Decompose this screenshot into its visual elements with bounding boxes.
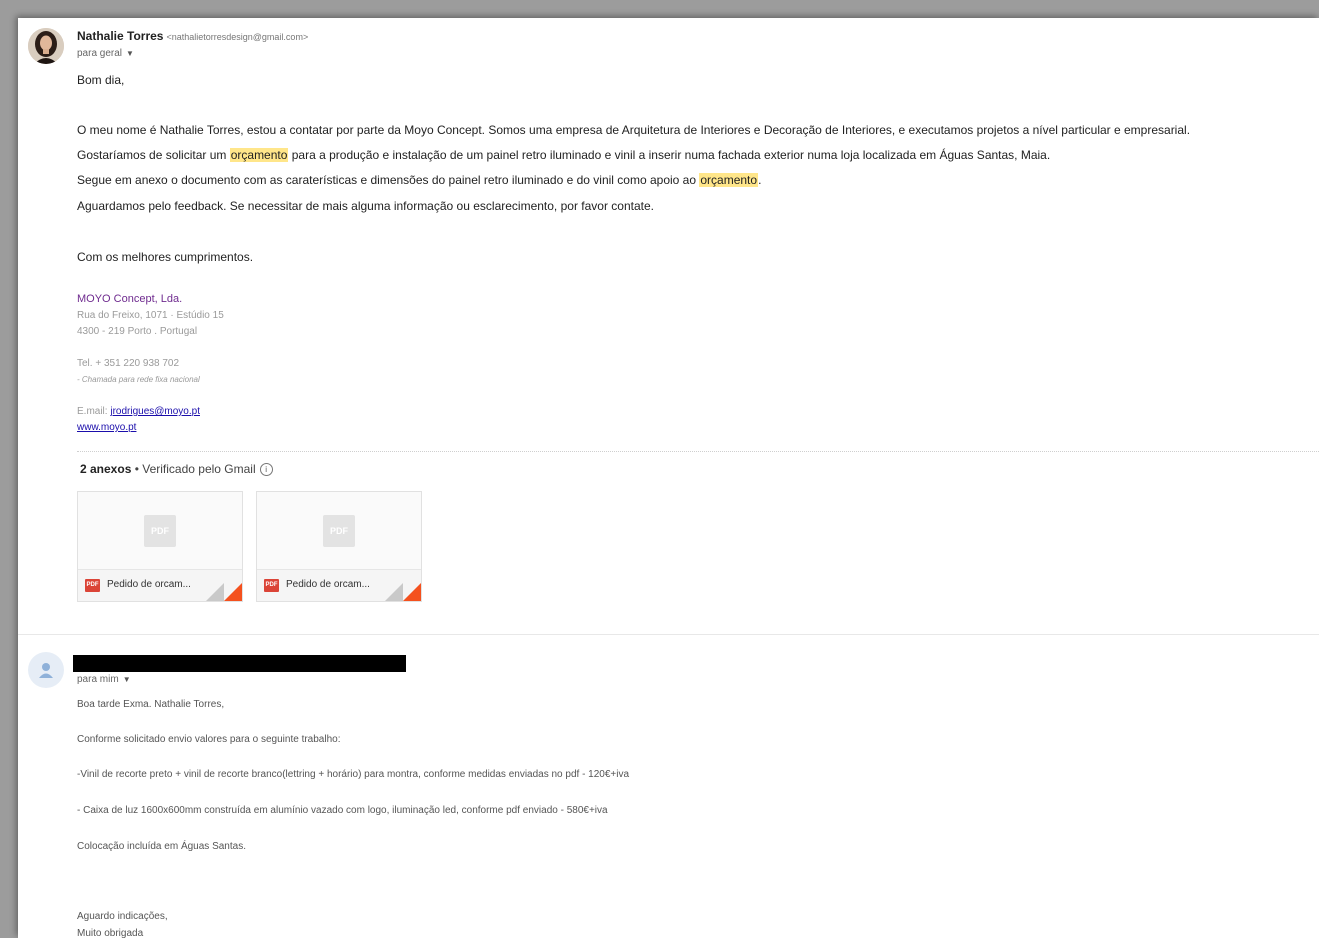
attachment-filename: Pedido de orcam...: [286, 579, 370, 590]
closing: Com os melhores cumprimentos.: [77, 250, 254, 264]
attachments-header: 2 anexos • Verificado pelo Gmail i: [80, 462, 273, 477]
paragraph-request-text-end: para a produção e instalação de um paine…: [288, 148, 1051, 162]
signature-email-row: E.mail: jrodrigues@moyo.pt: [77, 406, 200, 417]
reply-closing: Aguardo indicações,: [77, 911, 168, 922]
person-icon: [39, 663, 53, 678]
pdf-icon: PDF: [85, 579, 100, 592]
reply-line: Conforme solicitado envio valores para o…: [77, 734, 341, 745]
recipient-label: para mim: [77, 674, 119, 685]
signature-website-link[interactable]: www.moyo.pt: [77, 422, 136, 433]
reply-line: - Caixa de luz 1600x600mm construída em …: [77, 805, 608, 816]
attachment-footer: PDF Pedido de orcam...: [78, 569, 242, 601]
paragraph-feedback: Aguardamos pelo feedback. Se necessitar …: [77, 199, 654, 213]
signature-company: MOYO Concept, Lda.: [77, 293, 183, 305]
attachments-count: 2 anexos: [80, 462, 132, 476]
page-fold-shadow: [385, 583, 403, 601]
pdf-icon: PDF: [144, 515, 176, 547]
paragraph-request-text: Gostaríamos de solicitar um: [77, 148, 230, 162]
attachment-preview: PDF: [257, 492, 421, 570]
redacted-sender: [73, 655, 406, 672]
pdf-icon: PDF: [323, 515, 355, 547]
reply-line: Colocação incluída em Águas Santas.: [77, 841, 246, 852]
chevron-down-icon[interactable]: ▼: [126, 49, 134, 58]
recipient-label: para geral: [77, 48, 123, 59]
attachment-filename: Pedido de orcam...: [107, 579, 191, 590]
recipient-dropdown[interactable]: para mim ▼: [77, 674, 131, 685]
reply-greeting: Boa tarde Exma. Nathalie Torres,: [77, 699, 225, 710]
paragraph-attachment: Segue em anexo o documento com as carate…: [77, 173, 761, 187]
sender-avatar[interactable]: [28, 28, 64, 64]
attachment-preview: PDF: [78, 492, 242, 570]
profile-photo-icon: [28, 28, 64, 64]
page-fold-icon: [403, 583, 421, 601]
signature-email-link[interactable]: jrodrigues@moyo.pt: [110, 406, 200, 417]
reply-thanks: Muito obrigada: [77, 928, 144, 938]
signature-phone: Tel. + 351 220 938 702: [77, 358, 180, 369]
signature-website-row: www.moyo.pt: [77, 422, 136, 433]
paragraph-request: Gostaríamos de solicitar um orçamento pa…: [77, 148, 1050, 162]
paragraph-attachment-text: Segue em anexo o documento com as carate…: [77, 173, 700, 187]
email-thread: Nathalie Torres <nathalietorresdesign@gma…: [18, 18, 1319, 938]
message-divider: [18, 634, 1319, 635]
signature-address-line2: 4300 - 219 Porto . Portugal: [77, 326, 198, 337]
search-highlight: orçamento: [699, 173, 759, 187]
sender-avatar-default[interactable]: [28, 652, 64, 688]
attachment-footer: PDF Pedido de orcam...: [257, 569, 421, 601]
attachment-card[interactable]: PDF PDF Pedido de orcam...: [77, 491, 243, 602]
attachment-card[interactable]: PDF PDF Pedido de orcam...: [256, 491, 422, 602]
greeting: Bom dia,: [77, 73, 125, 87]
signature-address-line1: Rua do Freixo, 1071 · Estúdio 15: [77, 310, 224, 321]
attachments-divider: [77, 451, 1319, 452]
info-icon[interactable]: i: [259, 463, 273, 477]
paragraph-intro: O meu nome é Nathalie Torres, estou a co…: [77, 123, 1191, 137]
page-fold-shadow: [206, 583, 224, 601]
sender-name[interactable]: Nathalie Torres: [77, 29, 163, 43]
page-fold-icon: [224, 583, 242, 601]
attachments-verified: • Verificado pelo Gmail: [131, 462, 256, 476]
signature-email-label: E.mail:: [77, 406, 111, 417]
pdf-icon: PDF: [264, 579, 279, 592]
sender-header: Nathalie Torres <nathalietorresdesign@gma…: [77, 29, 308, 43]
chevron-down-icon[interactable]: ▼: [123, 675, 131, 684]
recipient-dropdown[interactable]: para geral ▼: [77, 48, 134, 59]
search-highlight: orçamento: [229, 148, 289, 162]
signature-phone-note: - Chamada para rede fixa nacional: [77, 375, 200, 384]
reply-line: -Vinil de recorte preto + vinil de recor…: [77, 769, 630, 780]
sender-email: <nathalietorresdesign@gmail.com>: [166, 32, 309, 42]
paragraph-attachment-end: .: [758, 173, 762, 187]
